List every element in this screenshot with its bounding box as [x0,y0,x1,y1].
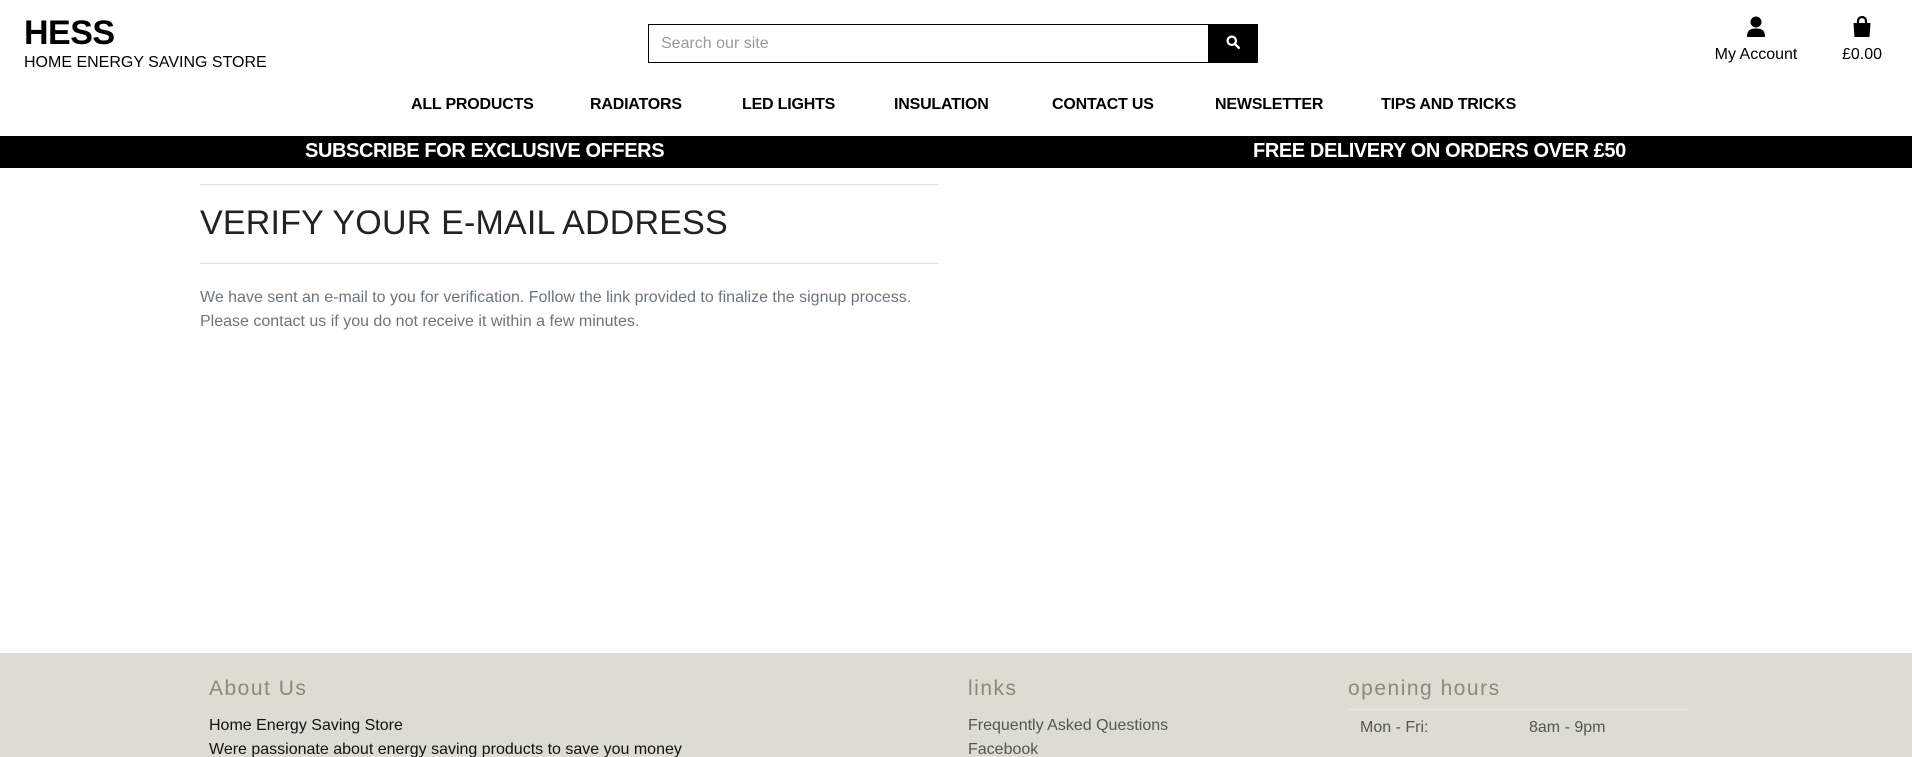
footer-link-faq[interactable]: Frequently Asked Questions [968,717,1168,735]
nav-led-lights[interactable]: LED LIGHTS [742,96,835,114]
my-account-link[interactable]: My Account [1712,16,1800,64]
brand[interactable]: HESS HOME ENERGY SAVING STORE [24,12,267,72]
nav-insulation[interactable]: INSULATION [894,96,989,114]
user-icon [1746,16,1766,40]
hours-time: 8am - 9pm [1529,719,1606,736]
footer-hours-heading: opening hours [1348,677,1501,700]
search-icon [1226,35,1241,52]
cart-total: £0.00 [1841,46,1883,63]
main-content: VERIFY YOUR E-MAIL ADDRESS We have sent … [200,184,939,334]
my-account-label: My Account [1714,46,1798,63]
promo-subscribe-link[interactable]: SUBSCRIBE FOR EXCLUSIVE OFFERS [305,140,665,163]
footer: About Us Home Energy Saving Store Were p… [0,653,1912,757]
page-title: VERIFY YOUR E-MAIL ADDRESS [200,204,728,242]
nav-tips-and-tricks[interactable]: TIPS AND TRICKS [1381,96,1516,114]
divider-bottom [200,263,939,264]
nav-all-products[interactable]: ALL PRODUCTS [411,96,534,114]
nav-newsletter[interactable]: NEWSLETTER [1215,96,1323,114]
footer-link-facebook[interactable]: Facebook [968,741,1038,757]
nav-contact-us[interactable]: CONTACT US [1052,96,1154,114]
cart-link[interactable]: £0.00 [1836,15,1888,64]
verification-message-line-1: We have sent an e-mail to you for verifi… [200,289,912,306]
footer-hours-divider [1348,709,1688,710]
shopping-bag-icon [1852,15,1872,40]
search-button[interactable] [1208,24,1258,63]
footer-links-heading: links [968,677,1018,700]
brand-subtitle: HOME ENERGY SAVING STORE [24,54,267,71]
search-form [648,24,1258,63]
footer-about-name: Home Energy Saving Store [209,717,403,734]
brand-title[interactable]: HESS [24,12,267,54]
main-nav: ALL PRODUCTS RADIATORS LED LIGHTS INSULA… [0,96,1912,118]
verification-message-line-2: Please contact us if you do not receive … [200,313,640,330]
footer-about-heading: About Us [209,677,308,700]
footer-about-tagline: Were passionate about energy saving prod… [209,741,682,757]
divider-top [200,184,939,185]
hours-day: Mon - Fri: [1360,719,1429,736]
nav-radiators[interactable]: RADIATORS [590,96,682,114]
search-input[interactable] [648,24,1208,63]
promo-free-delivery: FREE DELIVERY ON ORDERS OVER £50 [1253,140,1626,162]
promo-banner: SUBSCRIBE FOR EXCLUSIVE OFFERS FREE DELI… [0,136,1912,168]
verification-message: We have sent an e-mail to you for verifi… [200,286,939,334]
